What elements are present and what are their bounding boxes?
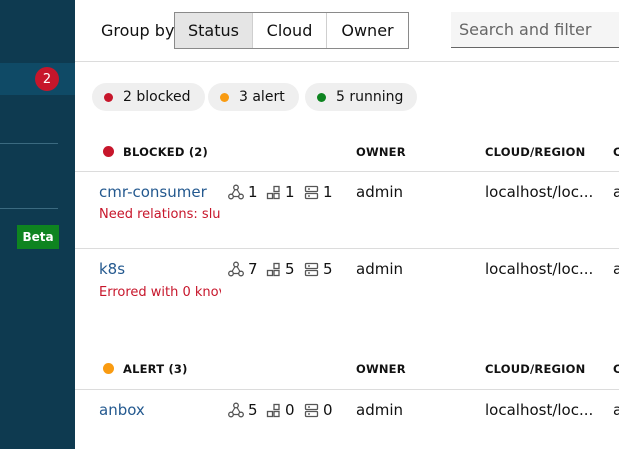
units-count: 0	[266, 401, 295, 419]
model-extra-cell: a	[613, 401, 619, 419]
owner-column-header[interactable]: OWNER	[356, 145, 406, 159]
model-cloud-region: localhost/loc...	[485, 401, 594, 419]
alert-section-dot	[103, 363, 114, 374]
group-by-switcher: Status Cloud Owner	[174, 12, 409, 49]
blocked-section-title[interactable]: BLOCKED (2)	[123, 145, 208, 159]
extra-column-header: C	[613, 362, 619, 376]
model-cloud-region: localhost/loc...	[485, 260, 594, 278]
machines-count: 1	[304, 183, 333, 201]
model-link-cmr-consumer[interactable]: cmr-consumer	[99, 183, 207, 201]
running-status-dot	[317, 92, 326, 102]
applications-icon	[228, 402, 244, 418]
units-count: 5	[266, 260, 295, 278]
alert-section-title[interactable]: ALERT (3)	[123, 362, 188, 376]
chip-label: 5 running	[336, 89, 404, 105]
blocked-filter-chip[interactable]: 2 blocked	[92, 83, 205, 111]
sidebar: 2 Beta	[0, 0, 75, 449]
model-extra-cell: a	[613, 260, 619, 278]
model-cloud-region: localhost/loc...	[485, 183, 594, 201]
applications-icon	[228, 184, 244, 200]
applications-count: 1	[228, 183, 258, 201]
model-extra-cell: a	[613, 183, 619, 201]
table-divider	[75, 171, 619, 172]
machines-icon	[304, 403, 319, 417]
model-link-anbox[interactable]: anbox	[99, 401, 145, 419]
model-owner: admin	[356, 183, 403, 201]
applications-count: 5	[228, 401, 258, 419]
alert-status-dot	[220, 92, 229, 102]
blocked-status-dot	[104, 92, 113, 102]
extra-column-header: C	[613, 145, 619, 159]
model-status-message: Need relations: slur	[99, 207, 221, 222]
blocked-section-dot	[103, 146, 114, 157]
search-input[interactable]	[451, 12, 619, 48]
machines-icon	[304, 185, 319, 199]
blocked-count-badge: 2	[35, 67, 59, 91]
model-owner: admin	[356, 401, 403, 419]
group-by-label: Group by:	[101, 21, 179, 40]
machines-count: 0	[304, 401, 333, 419]
applications-count: 7	[228, 260, 258, 278]
machines-icon	[304, 262, 319, 276]
running-filter-chip[interactable]: 5 running	[305, 83, 418, 111]
model-status-message: Errored with 0 knov	[99, 285, 221, 300]
units-icon	[266, 403, 280, 417]
units-icon	[266, 185, 280, 199]
chip-label: 3 alert	[239, 89, 285, 105]
machines-count: 5	[304, 260, 333, 278]
units-icon	[266, 262, 280, 276]
cloud-region-column-header[interactable]: CLOUD/REGION	[485, 362, 585, 376]
units-count: 1	[266, 183, 295, 201]
sidebar-divider	[0, 143, 58, 144]
table-divider	[75, 389, 619, 390]
group-by-owner-button[interactable]: Owner	[327, 13, 408, 48]
model-owner: admin	[356, 260, 403, 278]
header-divider	[75, 61, 619, 62]
model-link-k8s[interactable]: k8s	[99, 260, 125, 278]
sidebar-divider	[0, 208, 58, 209]
alert-filter-chip[interactable]: 3 alert	[208, 83, 299, 111]
group-by-cloud-button[interactable]: Cloud	[253, 13, 327, 48]
group-by-status-button[interactable]: Status	[175, 13, 253, 48]
beta-badge: Beta	[17, 225, 59, 249]
owner-column-header[interactable]: OWNER	[356, 362, 406, 376]
cloud-region-column-header[interactable]: CLOUD/REGION	[485, 145, 585, 159]
applications-icon	[228, 261, 244, 277]
table-row-divider	[75, 248, 619, 249]
chip-label: 2 blocked	[123, 89, 191, 105]
